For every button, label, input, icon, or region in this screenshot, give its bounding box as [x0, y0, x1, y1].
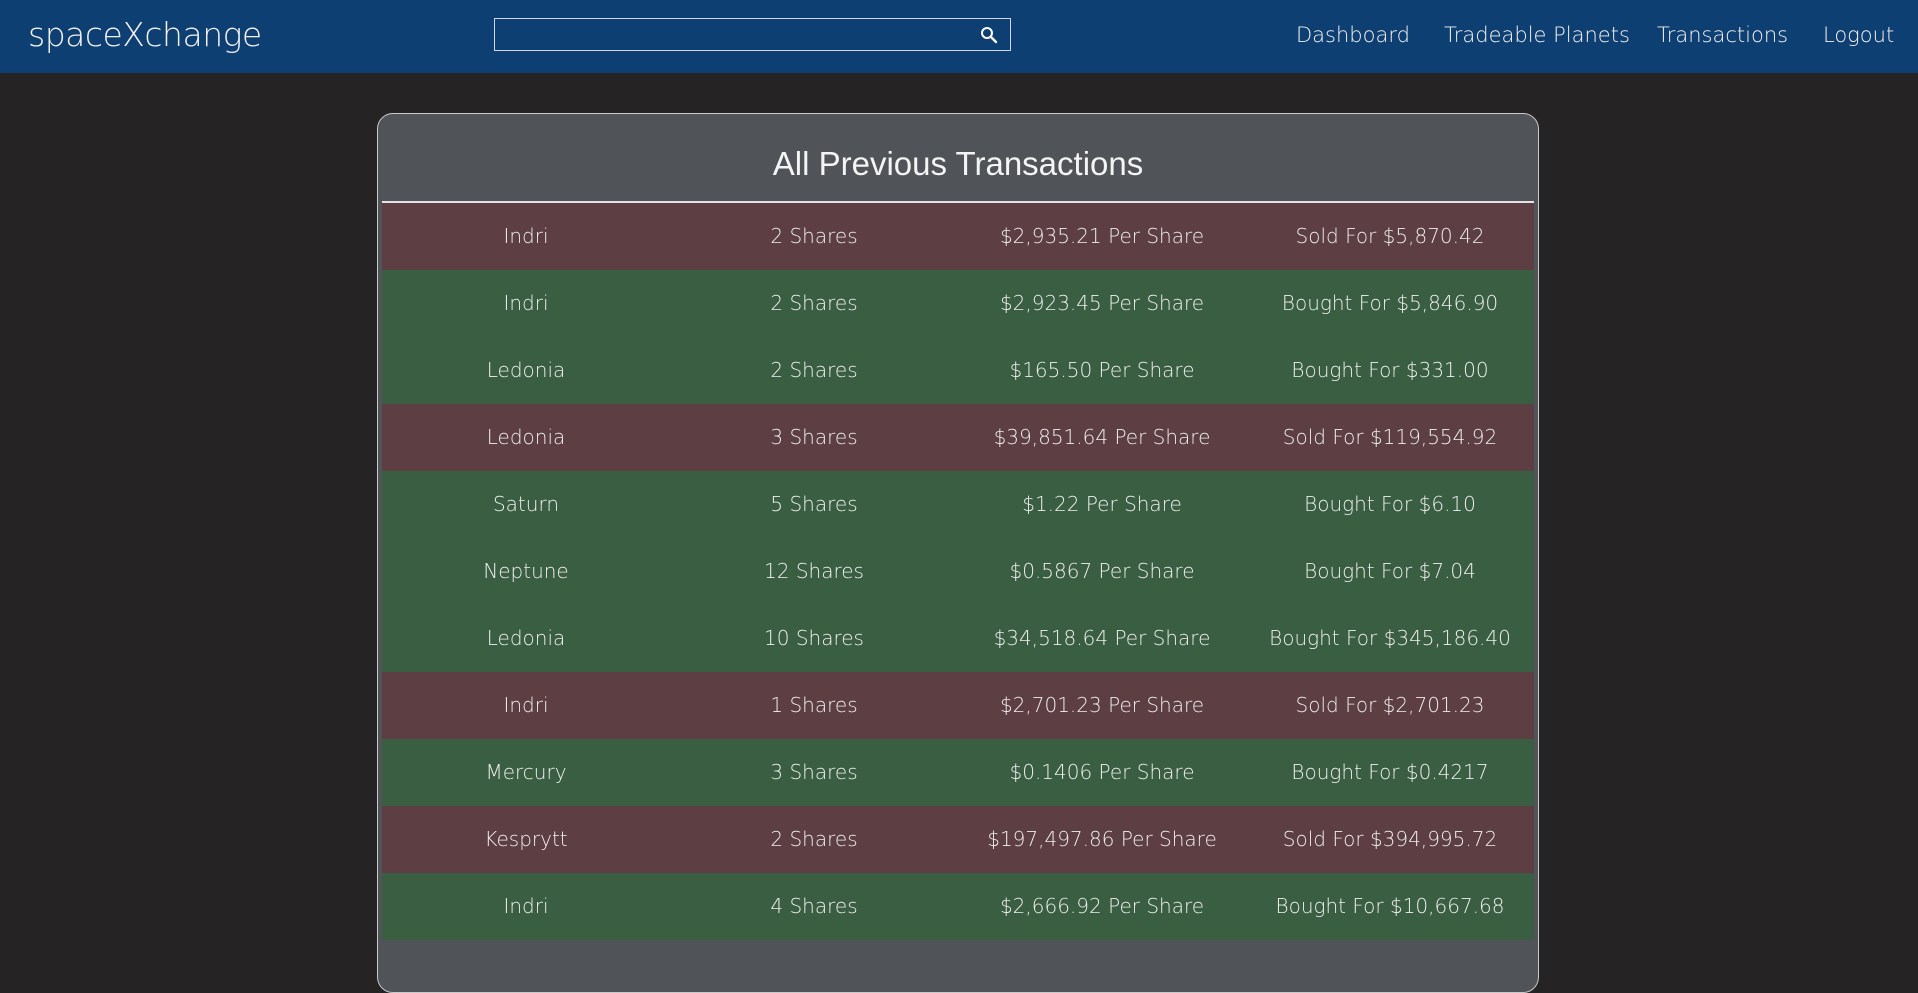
transaction-row: Saturn 5 Shares $1.22 Per Share Bought For …: [382, 471, 1534, 538]
price-cell: $34,518.64 Per Share: [993, 626, 1211, 650]
shares-cell: 3 Shares: [770, 425, 858, 449]
price-cell: $165.50 Per Share: [1009, 358, 1195, 382]
price-cell: $2,701.23 Per Share: [999, 693, 1205, 717]
transaction-row: Ledonia 10 Shares $34,518.64 Per Share Boug…: [382, 605, 1534, 672]
planet-cell: Ledonia: [486, 425, 566, 449]
transaction-row: Neptune 12 Shares $0.5867 Per Share Bought …: [382, 538, 1534, 605]
total-cell: Bought For $5,846.90: [1281, 291, 1499, 315]
page-title: All Previous Transactions: [772, 145, 1144, 182]
price-cell: $0.1406 Per Share: [1009, 760, 1195, 784]
search-box[interactable]: [494, 18, 1011, 51]
price-cell: $1.22 Per Share: [1022, 492, 1182, 516]
shares-cell: 10 Shares: [764, 626, 864, 650]
planet-cell: Indri: [503, 291, 549, 315]
shares-cell: 2 Shares: [770, 291, 858, 315]
planet-cell: Indri: [503, 693, 549, 717]
top-navbar: spaceXchange Dashboard Tradeable Planets…: [0, 0, 1918, 73]
planet-cell: Indri: [503, 894, 549, 918]
price-cell: $2,923.45 Per Share: [999, 291, 1205, 315]
total-cell: Sold For $5,870.42: [1295, 224, 1485, 248]
planet-cell: Kesprytt: [484, 827, 568, 851]
total-cell: Bought For $6.10: [1304, 492, 1476, 516]
total-cell: Sold For $2,701.23: [1295, 693, 1485, 717]
nav-logout[interactable]: Logout: [1823, 21, 1894, 49]
price-cell: $0.5867 Per Share: [1009, 559, 1195, 583]
total-cell: Sold For $394,995.72: [1282, 827, 1498, 851]
transaction-row: Indri 1 Shares $2,701.23 Per Share Sold For…: [382, 672, 1534, 739]
shares-cell: 3 Shares: [770, 760, 858, 784]
planet-cell: Indri: [503, 224, 549, 248]
shares-cell: 4 Shares: [770, 894, 858, 918]
planet-cell: Neptune: [483, 559, 569, 583]
transaction-row: Indri 2 Shares $2,923.45 Per Share Bought F…: [382, 270, 1534, 337]
planet-cell: Ledonia: [486, 358, 566, 382]
transaction-row: Indri 4 Shares $2,666.92 Per Share Bought F…: [382, 873, 1534, 940]
total-cell: Sold For $119,554.92: [1282, 425, 1498, 449]
total-cell: Bought For $331.00: [1291, 358, 1489, 382]
price-cell: $197,497.86 Per Share: [987, 827, 1217, 851]
total-cell: Bought For $0.4217: [1291, 760, 1489, 784]
search-input[interactable]: [495, 19, 965, 50]
shares-cell: 2 Shares: [770, 224, 858, 248]
price-cell: $2,666.92 Per Share: [999, 894, 1205, 918]
nav-tradeable-planets[interactable]: Tradeable Planets: [1444, 21, 1630, 49]
transactions-card: All Previous Transactions Indri 2 Shares $…: [377, 113, 1539, 993]
transaction-row: Indri 2 Shares $2,935.21 Per Share Sold For…: [382, 203, 1534, 270]
transactions-list: Indri 2 Shares $2,935.21 Per Share Sold For…: [382, 203, 1534, 940]
total-cell: Bought For $7.04: [1304, 559, 1476, 583]
price-cell: $39,851.64 Per Share: [993, 425, 1211, 449]
planet-cell: Saturn: [492, 492, 559, 516]
search-icon[interactable]: [980, 26, 998, 44]
shares-cell: 5 Shares: [770, 492, 858, 516]
nav-transactions[interactable]: Transactions: [1657, 21, 1788, 49]
shares-cell: 1 Shares: [770, 693, 858, 717]
total-cell: Bought For $345,186.40: [1269, 626, 1511, 650]
planet-cell: Ledonia: [486, 626, 566, 650]
shares-cell: 12 Shares: [764, 559, 864, 583]
transaction-row: Kesprytt 2 Shares $197,497.86 Per Share Sol…: [382, 806, 1534, 873]
total-cell: Bought For $10,667.68: [1275, 894, 1505, 918]
price-cell: $2,935.21 Per Share: [999, 224, 1205, 248]
transaction-row: Mercury 3 Shares $0.1406 Per Share Bought F…: [382, 739, 1534, 806]
transaction-row: Ledonia 2 Shares $165.50 Per Share Bought F…: [382, 337, 1534, 404]
shares-cell: 2 Shares: [770, 358, 858, 382]
transaction-row: Ledonia 3 Shares $39,851.64 Per Share Sold …: [382, 404, 1534, 471]
shares-cell: 2 Shares: [770, 827, 858, 851]
planet-cell: Mercury: [485, 760, 567, 784]
nav-dashboard[interactable]: Dashboard: [1296, 21, 1410, 49]
brand-logo[interactable]: spaceXchange: [28, 16, 262, 54]
